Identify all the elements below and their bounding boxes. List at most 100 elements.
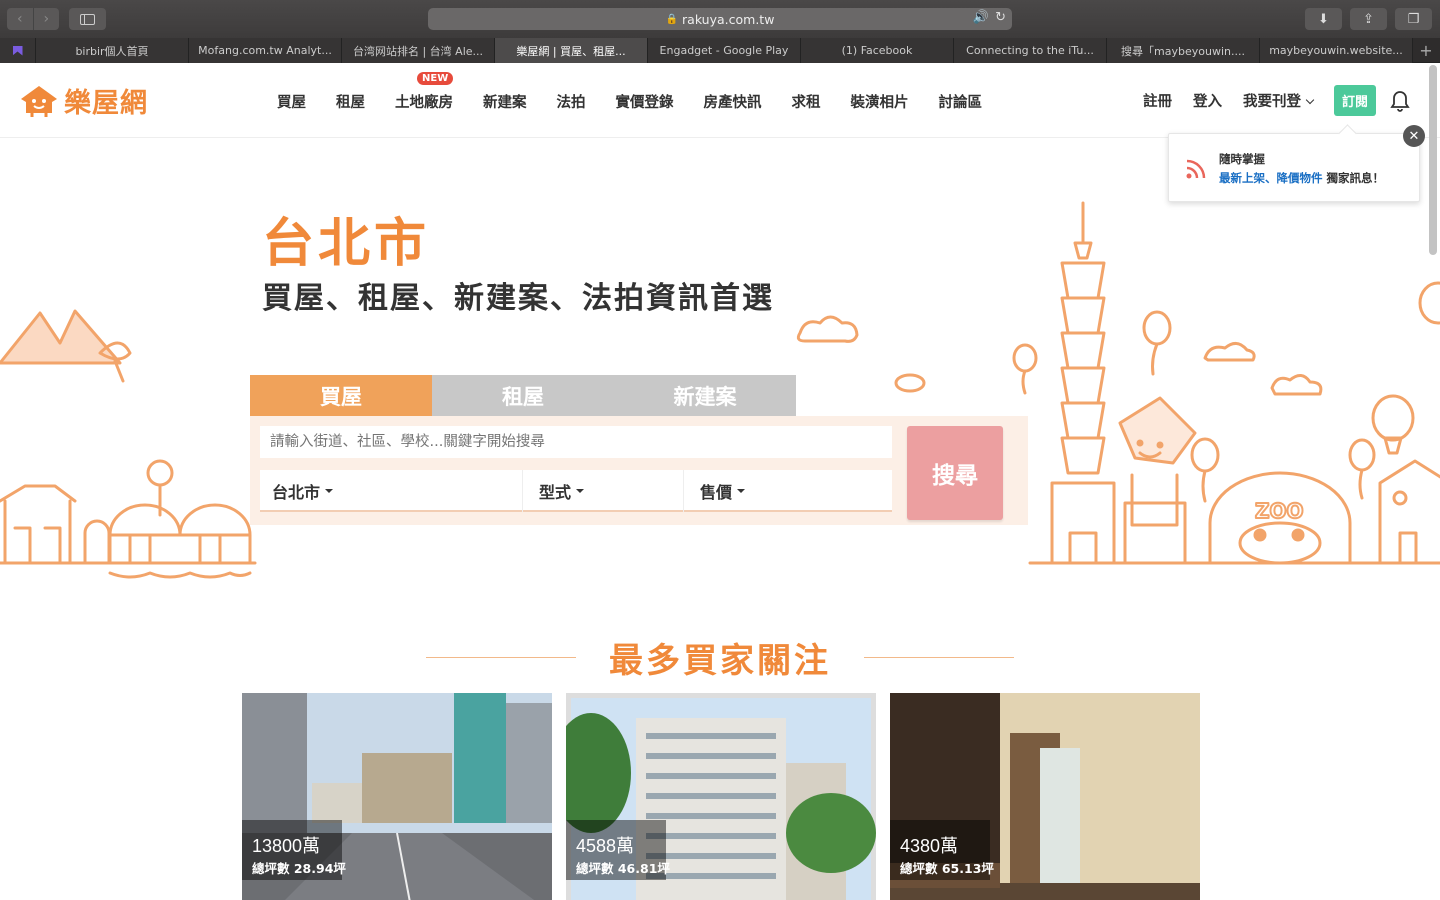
nav-actual-price[interactable]: 實價登錄 [616, 91, 674, 112]
nav-decor-photos[interactable]: 裝潢相片 [851, 91, 909, 112]
sidebar-icon [80, 13, 95, 25]
listing-card[interactable]: 4588萬 總坪數 46.81坪 [566, 693, 876, 900]
divider-right [864, 656, 1014, 658]
browser-toolbar: ‹ › 🔒 rakuya.com.tw 🔊 ↻ ⬇ ⇪ ❐ [0, 0, 1440, 38]
nav-forum[interactable]: 討論區 [939, 91, 983, 112]
history-nav: ‹ › [7, 8, 59, 30]
notice-title: 隨時掌握 [1219, 152, 1265, 166]
site-header: 樂屋網 買屋 租屋 NEW 土地廠房 新建案 法拍 實價登錄 房產快訊 求租 裝… [0, 63, 1440, 138]
search-filters: 台北市 型式 售價 [260, 470, 892, 512]
pinned-tab[interactable] [0, 38, 36, 63]
nav-wanted[interactable]: 求租 [792, 91, 821, 112]
type-select-value: 型式 [539, 483, 572, 502]
listing-area: 總坪數 46.81坪 [576, 861, 670, 876]
price-select[interactable]: 售價 [684, 470, 892, 512]
dropdown-arrow-icon [576, 489, 585, 493]
search-button[interactable]: 搜尋 [907, 426, 1003, 520]
notice-tail: 獨家訊息！ [1322, 171, 1385, 185]
divider-left [426, 656, 576, 658]
tab-strip: birbir個人首頁 Mofang.com.tw Analyt... 台湾网站排… [0, 38, 1440, 63]
search-panel: 台北市 型式 售價 搜尋 [250, 416, 1028, 525]
lock-icon: 🔒 [665, 13, 679, 25]
search-input[interactable] [260, 426, 892, 458]
share-icon: ⇪ [1363, 11, 1374, 27]
tab-overview-button[interactable]: ❐ [1395, 8, 1432, 30]
subscribe-button[interactable]: 訂閱 [1333, 85, 1376, 116]
hero-city-title: 台北市 [262, 214, 431, 274]
browser-tab[interactable]: (1) Facebook [801, 38, 954, 63]
downloads-button[interactable]: ⬇ [1305, 8, 1342, 30]
nav-land[interactable]: NEW 土地廠房 [395, 72, 454, 112]
search-tab-new-projects[interactable]: 新建案 [614, 375, 796, 416]
nav-buy[interactable]: 買屋 [277, 91, 306, 112]
new-listings-link[interactable]: 最新上架 [1219, 171, 1265, 185]
listing-area: 總坪數 28.94坪 [252, 861, 346, 876]
sidebar-toggle-button[interactable] [69, 8, 106, 30]
listing-price: 13800萬 [252, 836, 321, 856]
nav-rent[interactable]: 租屋 [336, 91, 365, 112]
house-logo-icon [21, 85, 57, 117]
speaker-icon[interactable]: 🔊 [973, 10, 989, 25]
browser-tab[interactable]: birbir個人首頁 [36, 38, 189, 63]
bell-icon[interactable] [1390, 90, 1410, 112]
nav-foreclosure[interactable]: 法拍 [557, 91, 586, 112]
svg-text:ZOO: ZOO [1255, 499, 1304, 523]
nav-news[interactable]: 房產快訊 [704, 91, 762, 112]
listing-card[interactable]: 4380萬 總坪數 65.13坪 [890, 693, 1200, 900]
dropdown-arrow-icon [325, 489, 334, 493]
rss-icon [1186, 159, 1206, 179]
logo-text: 樂屋網 [64, 88, 148, 119]
listing-price: 4380萬 [900, 836, 959, 856]
header-actions: 註冊 登入 我要刊登 訂閱 [1143, 63, 1440, 138]
notice-separator: 、 [1265, 171, 1277, 185]
price-select-value: 售價 [700, 483, 733, 502]
nav-new-projects[interactable]: 新建案 [483, 91, 527, 112]
login-link[interactable]: 登入 [1193, 90, 1222, 111]
search-tab-buy[interactable]: 買屋 [250, 375, 432, 416]
close-icon[interactable]: ✕ [1403, 125, 1425, 147]
new-tab-icon[interactable]: + [1413, 38, 1439, 62]
browser-tab[interactable]: Mofang.com.tw Analyt... [189, 38, 342, 63]
main-nav: 買屋 租屋 NEW 土地廠房 新建案 法拍 實價登錄 房產快訊 求租 裝潢相片 … [262, 72, 997, 112]
city-select[interactable]: 台北市 [260, 470, 523, 512]
forward-icon[interactable]: › [34, 8, 60, 30]
chevron-down-icon [1305, 95, 1315, 105]
address-bar[interactable]: 🔒 rakuya.com.tw 🔊 ↻ [428, 8, 1012, 30]
listing-price: 4588萬 [576, 836, 635, 856]
section-title: 最多買家關注 [609, 640, 831, 681]
browser-tab[interactable]: 搜尋「maybeyouwin.... [1107, 38, 1260, 63]
browser-tab[interactable]: maybeyouwin.website... [1260, 38, 1413, 63]
browser-tab-active[interactable]: 樂屋網 | 買屋、租屋... [495, 38, 648, 63]
search-tabs: 買屋 租屋 新建案 [250, 375, 796, 416]
search-tab-rent[interactable]: 租屋 [432, 375, 614, 416]
price-drop-link[interactable]: 降價物件 [1277, 171, 1323, 185]
register-link[interactable]: 註冊 [1143, 90, 1172, 111]
type-select[interactable]: 型式 [523, 470, 684, 512]
browser-tab[interactable]: 台湾网站排名 | 台湾 Ale... [342, 38, 495, 63]
back-icon[interactable]: ‹ [7, 8, 34, 30]
post-listing-label: 我要刊登 [1242, 94, 1301, 110]
download-icon: ⬇ [1318, 11, 1329, 27]
reload-icon[interactable]: ↻ [995, 10, 1006, 25]
listing-cards: 13800萬 總坪數 28.94坪 4588萬 總坪數 46.81坪 4380萬… [242, 693, 1200, 900]
city-select-value: 台北市 [272, 483, 321, 502]
url-text: rakuya.com.tw [682, 11, 775, 27]
hero-subtitle: 買屋、租屋、新建案、法拍資訊首選 [262, 281, 774, 316]
bookmark-icon [12, 45, 23, 56]
browser-tab[interactable]: Engadget - Google Play [648, 38, 801, 63]
new-badge: NEW [417, 72, 454, 85]
subscribe-notice-popover: ✕ 隨時掌握 最新上架、降價物件 獨家訊息！ [1168, 125, 1425, 202]
notice-body: 最新上架、降價物件 獨家訊息！ [1219, 170, 1384, 186]
dropdown-arrow-icon [737, 489, 746, 493]
listing-card[interactable]: 13800萬 總坪數 28.94坪 [242, 693, 552, 900]
nav-land-label: 土地廠房 [395, 95, 453, 111]
listing-area: 總坪數 65.13坪 [900, 861, 994, 876]
web-page: ZOO 樂屋網 買屋 租屋 NEW 土地廠房 新建案 法拍 實價登錄 房產快訊 … [0, 63, 1440, 900]
site-logo[interactable]: 樂屋網 [18, 81, 148, 120]
most-watched-heading: 最多買家關注 [426, 633, 1014, 681]
browser-tab[interactable]: Connecting to the iTu... [954, 38, 1107, 63]
page-scrollbar[interactable] [1429, 65, 1437, 255]
tab-overview-icon: ❐ [1407, 11, 1420, 27]
share-button[interactable]: ⇪ [1350, 8, 1387, 30]
post-listing-dropdown[interactable]: 我要刊登 [1242, 90, 1315, 111]
